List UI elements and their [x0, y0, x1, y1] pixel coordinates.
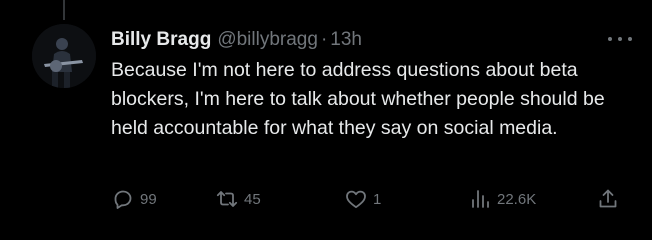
- reply-icon: [114, 190, 132, 209]
- views-icon: [472, 190, 489, 208]
- more-icon[interactable]: [608, 33, 632, 45]
- reply-count: 99: [140, 190, 157, 208]
- retweet-count: 45: [244, 190, 261, 208]
- more-dot: [628, 37, 632, 41]
- more-dot: [608, 37, 612, 41]
- retweet-icon: [216, 191, 238, 207]
- tweet-text: Because I'm not here to address question…: [111, 59, 605, 139]
- more-dot: [618, 37, 622, 41]
- retweet-button[interactable]: 45: [215, 185, 261, 213]
- avatar-image: [32, 24, 96, 88]
- separator-dot: ·: [320, 29, 328, 50]
- like-button[interactable]: 1: [344, 185, 381, 213]
- thread-line: [63, 0, 65, 20]
- avatar[interactable]: [32, 24, 96, 88]
- share-button[interactable]: [596, 185, 620, 213]
- reply-button[interactable]: 99: [111, 185, 157, 213]
- user-handle[interactable]: @billybragg: [217, 27, 318, 53]
- heart-icon: [346, 190, 366, 209]
- like-count: 1: [373, 190, 382, 208]
- tweet-actions: 99 45 1 22.6K: [111, 185, 631, 213]
- tweet-header: Billy Bragg @billybragg · 13h: [111, 27, 362, 53]
- views-button[interactable]: 22.6K: [468, 185, 536, 213]
- display-name[interactable]: Billy Bragg: [111, 27, 211, 53]
- share-icon: [599, 189, 617, 208]
- view-count: 22.6K: [497, 190, 537, 208]
- tweet-timestamp[interactable]: 13h: [330, 27, 362, 53]
